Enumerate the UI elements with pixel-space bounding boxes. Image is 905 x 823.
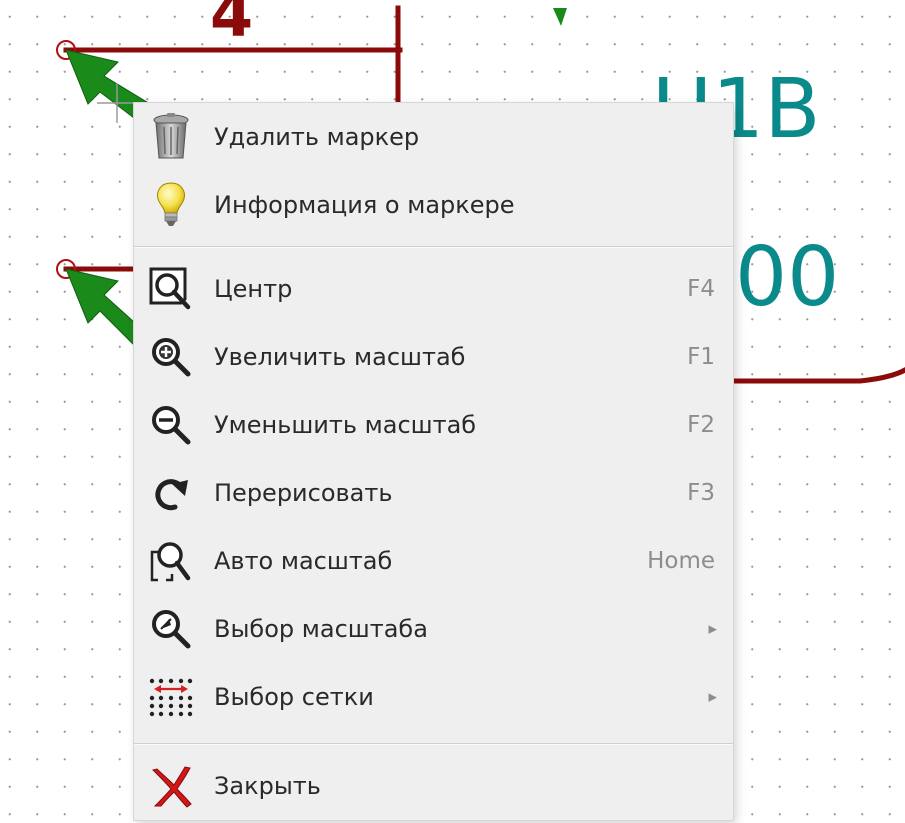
menu-item-label: Информация о маркере [214,191,515,219]
menu-item-label: Перерисовать [214,479,393,507]
menu-item-marker-info[interactable]: Информация о маркере [134,171,733,239]
menu-separator [134,743,733,745]
zoom-out-icon [146,400,196,450]
menu-item-label: Центр [214,275,293,303]
menu-item-shortcut: F4 [687,276,715,302]
menu-item-label: Выбор масштаба [214,615,428,643]
menu-item-zoom-select[interactable]: Выбор масштаба ▶ [134,595,733,663]
submenu-arrow-icon: ▶ [708,622,717,636]
menu-item-zoom-in[interactable]: Увеличить масштаб F1 [134,323,733,391]
menu-item-close[interactable]: Закрыть [134,752,733,820]
center-view-icon [146,264,196,314]
pin-number: 4 [210,0,253,51]
submenu-arrow-icon: ▶ [708,690,717,704]
menu-item-shortcut: F2 [687,412,715,438]
menu-item-redraw[interactable]: Перерисовать F3 [134,459,733,527]
menu-item-label: Увеличить масштаб [214,343,466,371]
erc-marker-2 [65,268,135,347]
close-icon [146,761,196,811]
zoom-select-icon [146,604,196,654]
menu-item-auto-zoom[interactable]: Авто масштаб Home [134,527,733,595]
menu-item-label: Выбор сетки [214,683,374,711]
menu-item-zoom-out[interactable]: Уменьшить масштаб F2 [134,391,733,459]
menu-item-label: Авто масштаб [214,547,393,575]
menu-item-shortcut: F1 [687,344,715,370]
menu-item-grid-select[interactable]: Выбор сетки ▶ [134,663,733,731]
menu-item-shortcut: Home [647,548,715,574]
zoom-fit-icon [146,536,196,586]
menu-item-label: Уменьшить масштаб [214,411,477,439]
marker-tip-top [553,8,567,26]
context-menu: Удалить маркер Информация о маркере Цент… [134,103,733,820]
menu-item-center[interactable]: Центр F4 [134,255,733,323]
trash-can-icon [146,112,196,162]
light-bulb-icon [146,180,196,230]
grid-select-icon [146,672,196,722]
menu-item-label: Удалить маркер [214,123,420,151]
part-value: 00 [735,230,839,325]
menu-separator [134,246,733,248]
redraw-icon [146,468,196,518]
zoom-in-icon [146,332,196,382]
menu-item-shortcut: F3 [687,480,715,506]
menu-item-delete-marker[interactable]: Удалить маркер [134,103,733,171]
wire-arc [730,367,905,384]
menu-item-label: Закрыть [214,772,321,800]
